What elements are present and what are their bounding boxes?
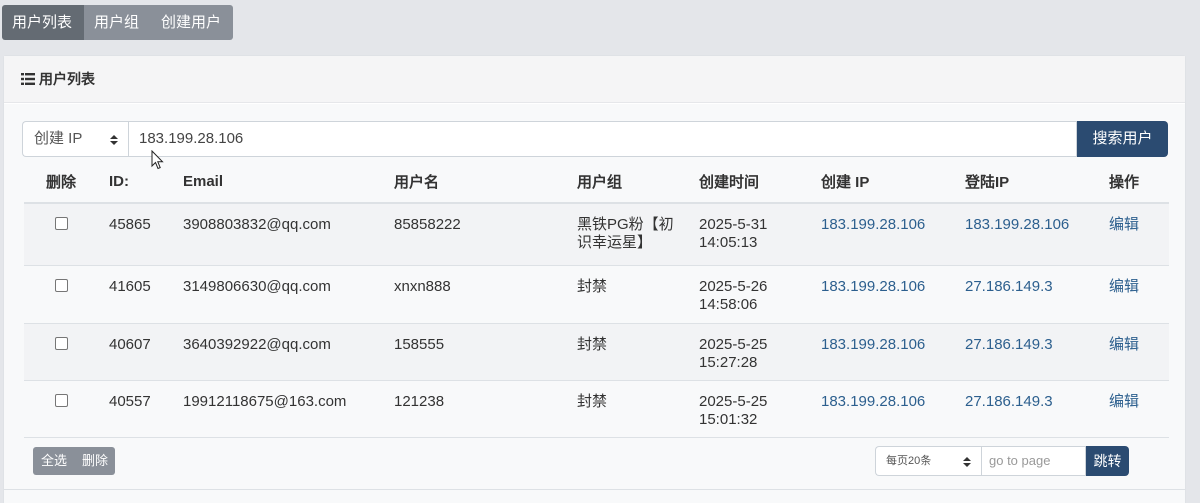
list-icon: [21, 73, 35, 85]
jump-button[interactable]: 跳转: [1086, 446, 1129, 476]
cell-created-time: 14:58:06: [699, 295, 758, 313]
edit-link[interactable]: 编辑: [1109, 393, 1139, 410]
cell-group: 黑铁PG粉【初 识幸运星】: [577, 203, 699, 266]
pagination-controls: 每页20条 go to page 跳转: [875, 446, 1129, 476]
table-row: 45865 3908803832@qq.com 85858222 黑铁PG粉【初…: [24, 203, 1169, 266]
sort-updown-icon: [963, 457, 971, 467]
panel-body: 创建 IP 183.199.28.106 搜索用户 删除 ID: Email 用…: [4, 104, 1185, 503]
user-table: 删除 ID: Email 用户名 用户组 创建时间 创建 IP 登陆IP 操作 …: [24, 161, 1169, 438]
cell-created: 2025-5-25 15:01:32: [699, 380, 821, 438]
cell-username: 158555: [394, 323, 577, 381]
panel-header: 用户列表: [4, 56, 1185, 103]
cell-id: 40607: [109, 323, 183, 381]
search-field-value: 创建 IP: [34, 130, 83, 147]
cell-group-line1: 黑铁PG粉【初: [577, 216, 674, 233]
cell-created-time: 14:05:13: [699, 234, 758, 251]
table-row: 40557 19912118675@163.com 121238 封禁 2025…: [24, 380, 1169, 438]
cell-email: 3640392922@qq.com: [183, 323, 394, 381]
col-created-time: 创建时间: [699, 161, 821, 204]
login-ip-link[interactable]: 183.199.28.106: [965, 216, 1069, 233]
mouse-cursor-icon: [151, 150, 164, 170]
cell-group-line1: 封禁: [577, 335, 608, 353]
login-ip-link[interactable]: 27.186.149.3: [965, 278, 1053, 295]
bulk-delete-button[interactable]: 删除: [74, 447, 116, 475]
top-tab-group: 用户列表 用户组 创建用户: [2, 5, 234, 40]
edit-link[interactable]: 编辑: [1109, 216, 1139, 233]
tab-user-group[interactable]: 用户组: [84, 5, 152, 40]
cell-group-line2: 识幸运星】: [577, 234, 653, 251]
sort-updown-icon: [110, 135, 118, 145]
search-bar: 创建 IP 183.199.28.106 搜索用户: [22, 121, 1168, 157]
cell-created-date: 2025-5-25: [699, 335, 768, 353]
cell-created: 2025-5-25 15:27:28: [699, 323, 821, 381]
cell-username: xnxn888: [394, 265, 577, 324]
table-header-row: 删除 ID: Email 用户名 用户组 创建时间 创建 IP 登陆IP 操作: [24, 161, 1169, 204]
cell-email: 3149806630@qq.com: [183, 265, 394, 324]
create-ip-link[interactable]: 183.199.28.106: [821, 216, 925, 233]
cell-group-line1: 封禁: [577, 277, 608, 295]
search-field-select[interactable]: 创建 IP: [22, 121, 128, 157]
row-checkbox[interactable]: [55, 393, 68, 407]
goto-page-input[interactable]: go to page: [981, 446, 1086, 476]
table-row: 40607 3640392922@qq.com 158555 封禁 2025-5…: [24, 323, 1169, 381]
per-page-select[interactable]: 每页20条: [875, 446, 981, 476]
cell-created-date: 2025-5-31: [699, 216, 768, 233]
cell-username: 85858222: [394, 203, 577, 266]
edit-link[interactable]: 编辑: [1109, 336, 1139, 353]
cell-id: 40557: [109, 380, 183, 438]
cell-email: 3908803832@qq.com: [183, 203, 394, 266]
table-footer: 全选 删除 每页20条 go to page 跳转: [4, 435, 1185, 490]
col-create-ip: 创建 IP: [821, 161, 965, 204]
col-delete: 删除: [24, 161, 109, 204]
col-id: ID:: [109, 161, 183, 204]
user-list-panel: 用户列表 创建 IP 183.199.28.106 搜索用户 删除 ID: Em…: [3, 55, 1186, 503]
per-page-value: 每页20条: [886, 455, 932, 467]
cell-created-date: 2025-5-26: [699, 277, 768, 295]
row-checkbox[interactable]: [55, 217, 68, 230]
row-checkbox[interactable]: [55, 278, 68, 292]
login-ip-link[interactable]: 27.186.149.3: [965, 393, 1053, 410]
cell-created-date: 2025-5-25: [699, 392, 768, 410]
col-actions: 操作: [1109, 161, 1169, 204]
cell-group: 封禁: [577, 380, 699, 438]
create-ip-link[interactable]: 183.199.28.106: [821, 336, 925, 353]
tab-user-list[interactable]: 用户列表: [2, 5, 85, 40]
cell-group: 封禁: [577, 323, 699, 381]
cell-id: 41605: [109, 265, 183, 324]
col-email: Email: [183, 161, 394, 204]
edit-link[interactable]: 编辑: [1109, 278, 1139, 295]
create-ip-link[interactable]: 183.199.28.106: [821, 393, 925, 410]
col-username: 用户名: [394, 161, 577, 204]
tab-create-user[interactable]: 创建用户: [151, 5, 234, 40]
col-group: 用户组: [577, 161, 699, 204]
table-row: 41605 3149806630@qq.com xnxn888 封禁 2025-…: [24, 265, 1169, 324]
login-ip-link[interactable]: 27.186.149.3: [965, 336, 1053, 353]
row-checkbox[interactable]: [55, 336, 68, 350]
cell-created: 2025-5-31 14:05:13: [699, 203, 821, 266]
cell-group: 封禁: [577, 265, 699, 324]
cell-email: 19912118675@163.com: [183, 380, 394, 438]
panel-title: 用户列表: [39, 71, 95, 87]
bulk-action-group: 全选 删除: [33, 447, 116, 475]
cell-group-line1: 封禁: [577, 392, 608, 410]
create-ip-link[interactable]: 183.199.28.106: [821, 278, 925, 295]
cell-created: 2025-5-26 14:58:06: [699, 265, 821, 324]
select-all-button[interactable]: 全选: [33, 447, 75, 475]
cell-id: 45865: [109, 203, 183, 266]
cell-created-time: 15:27:28: [699, 353, 758, 371]
cell-username: 121238: [394, 380, 577, 438]
cell-created-time: 15:01:32: [699, 410, 758, 428]
search-input[interactable]: 183.199.28.106: [128, 121, 1077, 157]
search-user-button[interactable]: 搜索用户: [1077, 121, 1168, 157]
col-login-ip: 登陆IP: [965, 161, 1109, 204]
